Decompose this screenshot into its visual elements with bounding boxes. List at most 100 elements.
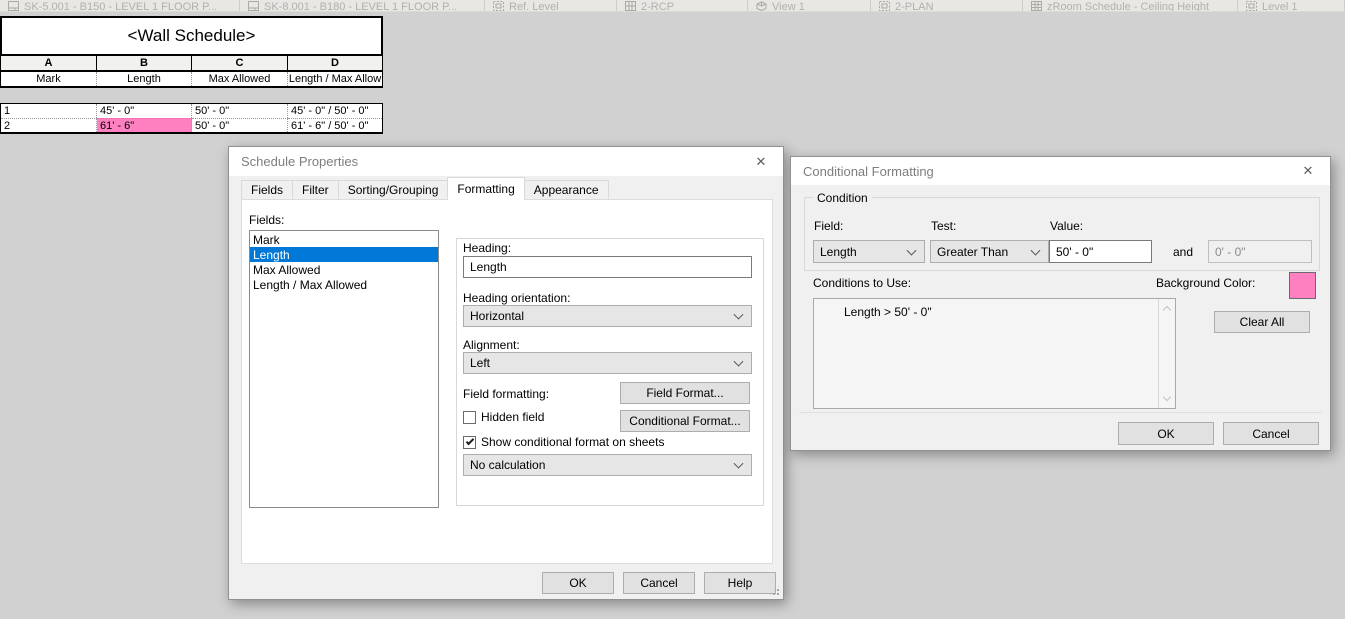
fields-label: Fields: (249, 213, 285, 227)
condition-entry[interactable]: Length > 50' - 0" (814, 299, 1175, 319)
list-item[interactable]: Mark (250, 232, 438, 247)
table-cell[interactable]: 2 (1, 118, 97, 132)
view-tab-zroom-schedule[interactable]: zRoom Schedule - Ceiling Height (1023, 0, 1238, 11)
calculation-select[interactable]: No calculation (463, 454, 752, 476)
view-tab-sheet-sk5[interactable]: SK-5.001 - B150 - LEVEL 1 FLOOR P... (0, 0, 240, 11)
table-cell[interactable]: 50' - 0" (192, 104, 288, 118)
chevron-down-icon (733, 356, 744, 367)
table-cell[interactable]: 61' - 6" / 50' - 0" (288, 118, 382, 132)
dialog-tabs: Fields Filter Sorting/Grouping Formattin… (241, 177, 609, 200)
help-button[interactable]: Help (704, 572, 776, 594)
alignment-label: Alignment: (463, 338, 520, 352)
heading-orientation-label: Heading orientation: (463, 291, 571, 305)
heading-label: Heading: (463, 241, 512, 255)
column-letter[interactable]: D (288, 56, 382, 70)
conditions-to-use-label: Conditions to Use: (813, 276, 912, 290)
conditional-formatting-dialog: Conditional Formatting ✕ Condition Field… (790, 156, 1331, 451)
table-cell[interactable]: 1 (1, 104, 97, 118)
ok-button[interactable]: OK (542, 572, 614, 594)
and-value-input: 0' - 0" (1208, 240, 1312, 263)
field-formatting-label: Field formatting: (463, 387, 550, 401)
view-tab-label: zRoom Schedule - Ceiling Height (1047, 0, 1210, 12)
cancel-button[interactable]: Cancel (623, 572, 695, 594)
schedule-title[interactable]: <Wall Schedule> (0, 16, 383, 56)
field-select[interactable]: Length (813, 240, 925, 263)
and-label: and (1173, 245, 1194, 259)
view3d-icon (756, 0, 767, 11)
background-color-label: Background Color: (1156, 276, 1256, 290)
checkmark-icon (465, 436, 475, 445)
view-tab-ref-level[interactable]: Ref. Level (485, 0, 617, 11)
view-tab-label: Level 1 (1262, 0, 1298, 12)
view-tab-label: 2-PLAN (895, 0, 934, 12)
scrollbar[interactable] (1158, 299, 1175, 408)
list-item-selected[interactable]: Length (250, 247, 438, 262)
list-item[interactable]: Max Allowed (250, 262, 438, 277)
conditions-listbox[interactable]: Length > 50' - 0" (813, 298, 1176, 409)
close-icon[interactable]: ✕ (1286, 157, 1330, 185)
scroll-up-icon[interactable] (1162, 305, 1172, 315)
plan-icon (1246, 0, 1257, 11)
chevron-down-icon (733, 458, 744, 469)
selected-option: Left (470, 356, 491, 370)
selected-option: Greater Than (937, 244, 1009, 259)
tab-appearance[interactable]: Appearance (523, 180, 609, 200)
column-letter[interactable]: A (1, 56, 97, 70)
schedule-body: 1 45' - 0" 50' - 0" 45' - 0" / 50' - 0" … (0, 103, 383, 134)
show-conditional-checkbox[interactable] (463, 435, 476, 449)
table-cell[interactable]: 50' - 0" (192, 118, 288, 132)
list-item[interactable]: Length / Max Allowed (250, 277, 438, 292)
column-header-max-allowed[interactable]: Max Allowed (192, 72, 288, 86)
heading-orientation-select[interactable]: Horizontal (463, 305, 752, 327)
table-cell[interactable]: 45' - 0" / 50' - 0" (288, 104, 382, 118)
plan-icon (879, 0, 890, 11)
hidden-field-label: Hidden field (481, 410, 545, 424)
dialog-titlebar[interactable]: Schedule Properties (229, 147, 783, 176)
conditional-format-button[interactable]: Conditional Format... (620, 410, 750, 432)
hidden-field-checkbox[interactable] (463, 410, 476, 424)
tab-filter[interactable]: Filter (292, 180, 339, 200)
show-conditional-label: Show conditional format on sheets (481, 435, 665, 449)
view-tab-2-rcp[interactable]: 2-RCP (617, 0, 748, 11)
schedule-icon (1031, 0, 1042, 11)
condition-group-label: Condition (813, 191, 872, 205)
value-input[interactable]: 50' - 0" (1049, 240, 1152, 263)
view-tab-2-plan[interactable]: 2-PLAN (871, 0, 1023, 11)
rcp-icon (625, 0, 636, 11)
ok-button[interactable]: OK (1118, 422, 1214, 445)
footer-divider (799, 412, 1322, 413)
column-letter[interactable]: B (97, 56, 192, 70)
schedule-header-row: Mark Length Max Allowed Length / Max All… (0, 72, 383, 88)
selected-option: No calculation (470, 458, 546, 472)
column-letter[interactable]: C (192, 56, 288, 70)
field-format-button[interactable]: Field Format... (620, 382, 750, 404)
chevron-down-icon (1030, 245, 1041, 256)
tab-fields[interactable]: Fields (241, 180, 294, 200)
view-tab-view-1[interactable]: View 1 (748, 0, 871, 11)
schedule-column-letters: A B C D (0, 56, 383, 72)
tab-sorting-grouping[interactable]: Sorting/Grouping (337, 180, 449, 200)
test-select[interactable]: Greater Than (930, 240, 1049, 263)
view-tab-level-1[interactable]: Level 1 (1238, 0, 1345, 11)
tab-formatting[interactable]: Formatting (447, 177, 525, 200)
clear-all-button[interactable]: Clear All (1214, 311, 1310, 333)
close-icon[interactable]: ✕ (739, 147, 783, 176)
dialog-titlebar[interactable]: Conditional Formatting (791, 157, 1330, 185)
heading-input[interactable]: Length (463, 256, 752, 278)
alignment-select[interactable]: Left (463, 352, 752, 374)
view-tab-label: Ref. Level (509, 0, 559, 12)
test-label: Test: (931, 219, 957, 233)
column-header-length-max[interactable]: Length / Max Allow (288, 72, 382, 86)
view-tab-bar: SK-5.001 - B150 - LEVEL 1 FLOOR P... SK-… (0, 0, 1345, 12)
background-color-swatch[interactable] (1289, 272, 1316, 299)
column-header-length[interactable]: Length (97, 72, 192, 86)
hidden-field-checkbox-row: Hidden field (463, 410, 544, 424)
cancel-button[interactable]: Cancel (1223, 422, 1319, 445)
sheet-icon (8, 0, 19, 11)
table-cell-highlighted[interactable]: 61' - 6" (97, 118, 192, 132)
table-cell[interactable]: 45' - 0" (97, 104, 192, 118)
column-header-mark[interactable]: Mark (1, 72, 97, 86)
scroll-down-icon[interactable] (1162, 392, 1172, 402)
view-tab-sheet-sk8[interactable]: SK-8.001 - B180 - LEVEL 1 FLOOR P... (240, 0, 485, 11)
plan-icon (493, 0, 504, 11)
